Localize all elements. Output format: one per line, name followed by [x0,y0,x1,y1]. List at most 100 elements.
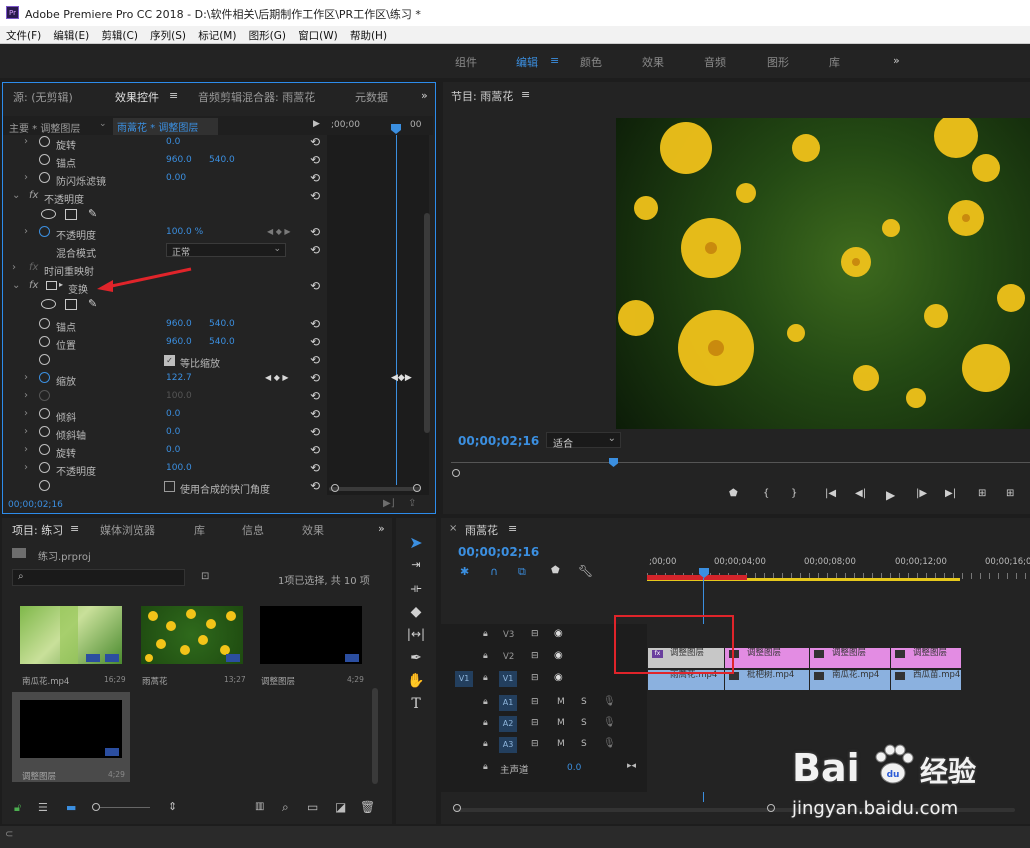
lock-icon[interactable]: 🔓︎ [14,801,21,815]
slip-tool-icon[interactable]: |↔| [405,627,427,641]
reset-icon[interactable]: ⟲ [310,407,320,421]
stopwatch-icon[interactable] [39,172,50,183]
stopwatch-icon[interactable] [39,444,50,455]
microphone-icon[interactable]: 🎙︎ [603,696,616,707]
workspace-color[interactable]: 颜色 [580,54,602,70]
stopwatch-icon[interactable] [39,226,50,237]
effect-timecode[interactable]: 00;00;02;16 [8,500,63,510]
stopwatch-icon[interactable] [39,154,50,165]
keyframe-area[interactable] [327,135,429,495]
tab-metadata[interactable]: 元数据 [355,89,388,105]
nest-icon[interactable]: ✱ [460,565,469,578]
new-bin-icon[interactable]: ▭ [307,800,318,814]
stopwatch-icon[interactable] [39,336,50,347]
track-target-a1[interactable]: A1 [499,695,517,711]
scrollbar[interactable] [424,213,430,433]
extract-icon[interactable]: ⊞ [1006,488,1014,499]
panel-menu-icon[interactable]: ≡ [521,88,530,101]
menu-sequence[interactable]: 序列(S) [150,30,186,42]
lock-icon[interactable]: 🔒︎ [483,673,488,683]
keyframe-diamond-icon[interactable]: ◀◆▶ [391,373,412,383]
close-icon[interactable]: × [449,523,457,534]
go-to-out-icon[interactable]: ▶| [945,488,956,499]
sequence-tab[interactable]: 雨蒿花 [465,522,498,538]
program-timecode[interactable]: 00;00;02;16 [458,434,539,448]
zoom-scrollbar[interactable] [329,487,421,491]
workspace-audio[interactable]: 音频 [704,54,726,70]
solo-button[interactable]: S [581,739,587,749]
mark-out-icon[interactable]: } [791,488,797,499]
menu-file[interactable]: 文件(F) [6,30,41,42]
stopwatch-icon[interactable] [39,426,50,437]
master-volume[interactable]: 0.0 [567,763,581,773]
chevron-right-icon[interactable]: › [24,226,28,237]
menu-window[interactable]: 窗口(W) [298,30,338,42]
track-select-tool-icon[interactable]: ⇥ [405,558,427,571]
fx-icon[interactable]: fx [29,190,38,201]
clip-v2-adjustment-3[interactable]: 调整图层 [810,648,890,668]
track-target-v1[interactable]: V1 [499,671,517,687]
reset-icon[interactable]: ⟲ [310,371,320,385]
go-to-in-icon[interactable]: |◀ [825,488,836,499]
lift-icon[interactable]: ⊞ [978,488,986,499]
overflow-chevron-icon[interactable]: » [421,89,428,102]
master-clip-label[interactable]: 主要 * 调整图层 [9,120,80,135]
reset-icon[interactable]: ⟲ [310,135,320,149]
uniform-scale-checkbox[interactable]: ✓ [164,355,175,366]
eye-icon[interactable]: ◉ [554,672,563,683]
sync-lock-icon[interactable]: ⊟ [531,739,539,749]
tab-libraries[interactable]: 库 [194,522,205,538]
stopwatch-icon[interactable] [39,462,50,473]
fx-icon[interactable]: fx [29,280,38,291]
linked-selection-icon[interactable]: ⧉ [518,565,526,579]
clip-v1-watermelon[interactable]: 西瓜苗.mp4 [891,670,961,690]
tab-effect-controls[interactable]: 效果控件 [115,89,159,105]
pen-tool-icon[interactable]: ✒ [405,650,427,666]
reset-icon[interactable]: ⟲ [310,389,320,403]
new-item-icon[interactable]: ◪ [335,800,346,814]
lock-icon[interactable]: 🔒︎ [483,762,488,772]
zoom-slider[interactable] [100,807,150,808]
microphone-icon[interactable]: 🎙︎ [603,738,616,749]
play-triangle-icon[interactable]: ▶ [313,119,320,129]
tab-media-browser[interactable]: 媒体浏览器 [100,522,155,538]
reset-icon[interactable]: ⟲ [310,443,320,457]
scrollbar[interactable] [372,688,378,784]
media-thumb-pumpkin-flower[interactable] [20,606,122,664]
sync-lock-icon[interactable]: ⊟ [531,629,539,639]
mark-in-icon[interactable]: { [763,488,769,499]
menu-help[interactable]: 帮助(H) [350,30,387,42]
reset-icon[interactable]: ⟲ [310,171,320,185]
clip-v2-adjustment-2[interactable]: 调整图层 [725,648,809,668]
ripple-edit-tool-icon[interactable]: ⟛ [405,581,427,596]
tab-info[interactable]: 信息 [242,522,264,538]
search-input[interactable]: ⌕ [12,569,185,586]
clip-v1-pumpkin-flower[interactable]: 南瓜花.mp4 [810,670,890,690]
workspace-libraries[interactable]: 库 [829,54,840,70]
go-to-end-icon[interactable]: ▸◂ [627,761,636,771]
tab-audio-mixer[interactable]: 音频剪辑混合器: 雨蒿花 [198,89,315,105]
chevron-down-icon[interactable]: ⌄ [12,190,20,201]
rectangle-mask-icon[interactable] [65,299,77,310]
reset-icon[interactable]: ⟲ [310,461,320,475]
lock-icon[interactable]: 🔒︎ [483,651,488,661]
chevron-right-icon[interactable]: › [24,444,28,455]
sync-lock-icon[interactable]: ⊟ [531,651,539,661]
ellipse-mask-icon[interactable] [41,209,56,219]
chevron-right-icon[interactable]: › [12,262,16,273]
zoom-handle-icon[interactable] [767,804,775,812]
type-tool-icon[interactable]: T [405,696,427,712]
stopwatch-icon[interactable] [39,372,50,383]
reset-icon[interactable]: ⟲ [310,279,320,293]
stopwatch-icon[interactable] [39,136,50,147]
media-thumb-flowers[interactable] [141,606,243,664]
fx-icon[interactable]: fx [29,262,38,273]
menu-graphics[interactable]: 图形(G) [249,30,286,42]
panel-menu-icon[interactable]: ≡ [508,522,517,535]
play-icon[interactable]: ▶ [886,488,895,502]
reset-icon[interactable]: ⟲ [310,425,320,439]
workspace-editing[interactable]: 编辑 [516,54,538,70]
tab-effects[interactable]: 效果 [302,522,324,538]
clip-v2-adjustment-4[interactable]: 调整图层 [891,648,961,668]
add-marker-icon[interactable]: ⬟ [551,565,560,576]
